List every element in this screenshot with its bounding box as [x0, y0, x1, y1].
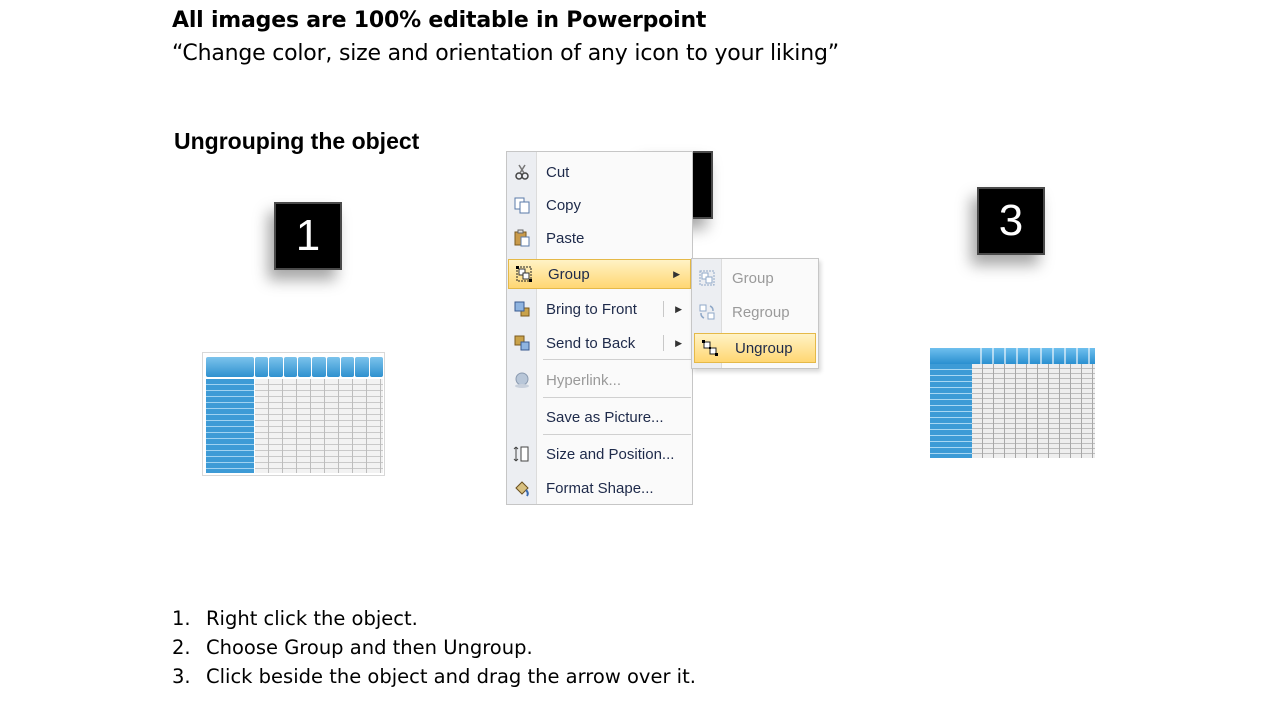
table-header-cells [255, 357, 383, 377]
paste-icon [512, 228, 532, 248]
step-badge-3: 3 [977, 187, 1045, 255]
table-row-headers [930, 364, 972, 458]
context-menu: Cut Copy Paste Group ▶ Bring to Front ▶ … [506, 151, 693, 505]
menu-item-label: Ungroup [735, 339, 793, 357]
instruction-item: 3. Click beside the object and drag the a… [172, 662, 696, 691]
instruction-text: Click beside the object and drag the arr… [206, 665, 696, 688]
menu-separator [543, 434, 691, 435]
instruction-number: 2. [172, 636, 191, 659]
submenu-arrow-icon: ▶ [675, 303, 682, 314]
menu-item-hyperlink[interactable]: Hyperlink... [507, 365, 692, 395]
copy-icon [512, 195, 532, 215]
table-grid [255, 379, 383, 473]
menu-item-size-and-position[interactable]: Size and Position... [507, 439, 692, 469]
menu-item-label: Group [548, 265, 590, 283]
format-shape-icon [512, 478, 532, 498]
submenu-item-ungroup[interactable]: Ungroup [694, 333, 816, 363]
instruction-number: 1. [172, 607, 191, 630]
group-submenu: Group Regroup Ungroup [691, 258, 819, 369]
submenu-arrow-icon: ▶ [673, 268, 680, 279]
step-badge-1: 1 [274, 202, 342, 270]
menu-item-cut[interactable]: Cut [507, 157, 692, 187]
menu-item-label: Send to Back [546, 334, 636, 352]
grouped-table-graphic[interactable] [202, 352, 385, 476]
table-header-left [206, 357, 254, 377]
scissors-icon [512, 162, 532, 182]
bring-to-front-icon [512, 299, 532, 319]
page-subtitle: “Change color, size and orientation of a… [172, 41, 839, 66]
menu-item-label: Format Shape... [546, 479, 654, 497]
group-icon [514, 264, 534, 284]
send-to-back-icon [512, 333, 532, 353]
menu-item-label: Cut [546, 163, 570, 181]
submenu-arrow-icon: ▶ [675, 337, 682, 348]
menu-separator [543, 359, 691, 360]
menu-item-label: Paste [546, 229, 585, 247]
submenu-item-group[interactable]: Group [692, 263, 818, 293]
menu-divider [663, 301, 664, 317]
instruction-item: 2. Choose Group and then Ungroup. [172, 633, 696, 662]
size-position-icon [512, 444, 532, 464]
menu-item-label: Hyperlink... [546, 371, 622, 389]
submenu-item-regroup[interactable]: Regroup [692, 297, 818, 327]
menu-item-label: Regroup [732, 303, 790, 321]
group-icon [697, 268, 717, 288]
instruction-number: 3. [172, 665, 191, 688]
menu-divider [663, 335, 664, 351]
menu-item-label: Bring to Front [546, 300, 637, 318]
menu-item-save-as-picture[interactable]: Save as Picture... [507, 402, 692, 432]
section-heading: Ungrouping the object [174, 128, 420, 154]
instruction-list: 1. Right click the object. 2. Choose Group… [172, 604, 696, 691]
ungrouped-table-graphic[interactable] [930, 341, 1095, 458]
table-grid [972, 364, 1095, 458]
page-title: All images are 100% editable in Powerpoi… [172, 8, 707, 33]
menu-item-label: Size and Position... [546, 445, 675, 463]
ungroup-icon [700, 338, 720, 358]
regroup-icon [697, 302, 717, 322]
menu-item-paste[interactable]: Paste [507, 223, 692, 253]
menu-item-label: Save as Picture... [546, 408, 664, 426]
menu-item-bring-to-front[interactable]: Bring to Front ▶ [507, 294, 692, 324]
instruction-item: 1. Right click the object. [172, 604, 696, 633]
menu-item-format-shape[interactable]: Format Shape... [507, 473, 692, 503]
menu-item-group[interactable]: Group ▶ [508, 259, 691, 289]
menu-separator [543, 397, 691, 398]
menu-item-label: Copy [546, 196, 582, 214]
hyperlink-icon [512, 370, 532, 390]
menu-item-label: Group [732, 269, 774, 287]
menu-item-copy[interactable]: Copy [507, 190, 692, 220]
instruction-text: Right click the object. [206, 607, 418, 630]
table-row-headers [206, 379, 254, 473]
instruction-text: Choose Group and then Ungroup. [206, 636, 533, 659]
menu-item-send-to-back[interactable]: Send to Back ▶ [507, 328, 692, 358]
